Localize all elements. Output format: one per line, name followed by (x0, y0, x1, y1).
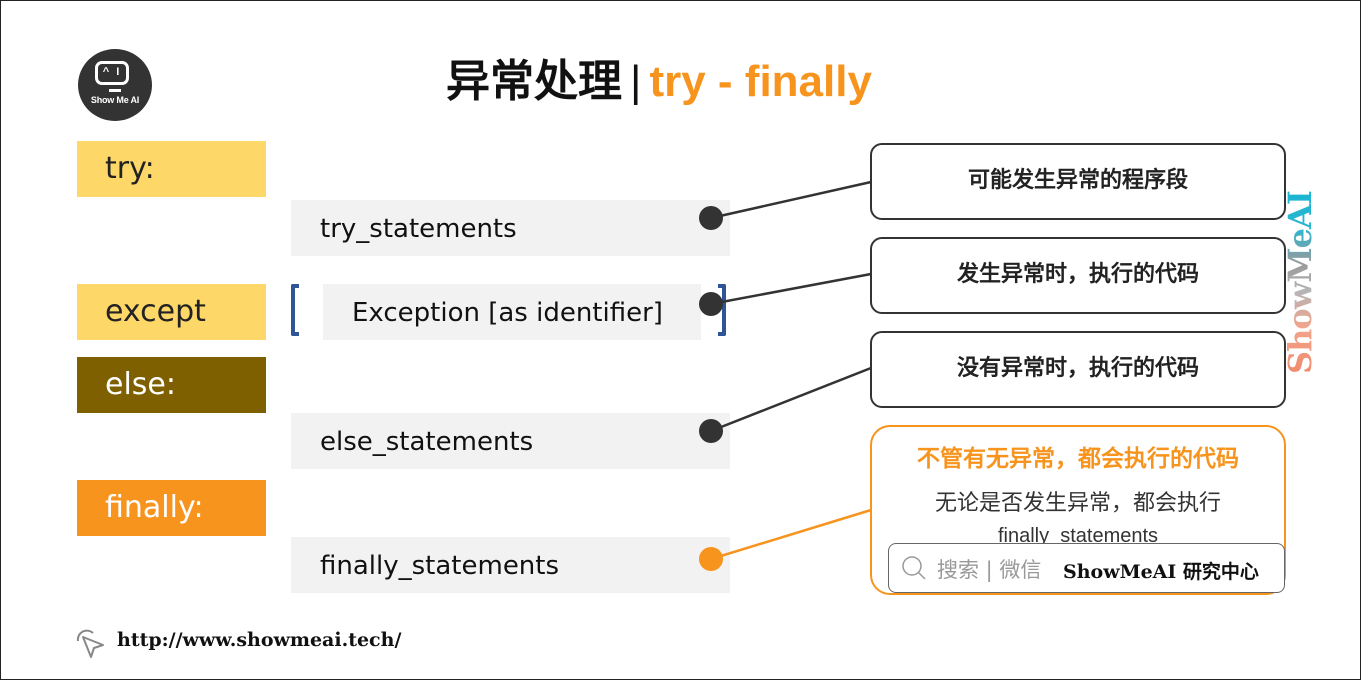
optional-bracket-left (291, 284, 299, 336)
statement-try: try_statements (291, 200, 730, 256)
monitor-icon: ^ I (95, 61, 129, 85)
callout-else: 没有异常时，执行的代码 (870, 331, 1286, 408)
keyword-else: else: (77, 357, 266, 413)
page-title: 异常处理 | try - finally (446, 52, 872, 112)
anchor-dot-finally (699, 547, 723, 571)
callout-try: 可能发生异常的程序段 (870, 143, 1286, 220)
watermark-search-text: 搜索 | 微信 (937, 558, 1042, 582)
callout-finally-body: 无论是否发生异常，都会执行 (934, 491, 1221, 516)
search-icon (902, 556, 926, 580)
title-separator: | (630, 57, 642, 106)
cursor-click-icon (76, 629, 104, 658)
anchor-dot-try (699, 206, 723, 230)
monitor-stand (109, 89, 121, 92)
callout-except: 发生异常时，执行的代码 (870, 237, 1286, 314)
website-link[interactable]: http://www.showmeai.tech/ (117, 629, 401, 651)
keyword-except: except (77, 284, 266, 340)
vertical-watermark: ShowMeAI (1281, 191, 1319, 374)
anchor-dot-except (699, 292, 723, 316)
statement-finally: finally_statements (291, 537, 730, 593)
statement-except: Exception [as identifier] (323, 284, 701, 340)
anchor-dot-else (699, 419, 723, 443)
title-chinese: 异常处理 (446, 56, 622, 107)
logo-text: Show Me AI (90, 95, 140, 105)
search-watermark: 搜索 | 微信 ShowMeAI 研究中心 (888, 543, 1285, 593)
keyword-try: try: (77, 141, 266, 197)
title-english: try - finally (649, 57, 872, 106)
statement-else: else_statements (291, 413, 730, 469)
watermark-brand: ShowMeAI 研究中心 (1063, 561, 1259, 583)
showmeai-logo: ^ I Show Me AI (78, 49, 152, 121)
keyword-finally: finally: (77, 480, 266, 536)
callout-finally-heading: 不管有无异常，都会执行的代码 (917, 446, 1239, 472)
